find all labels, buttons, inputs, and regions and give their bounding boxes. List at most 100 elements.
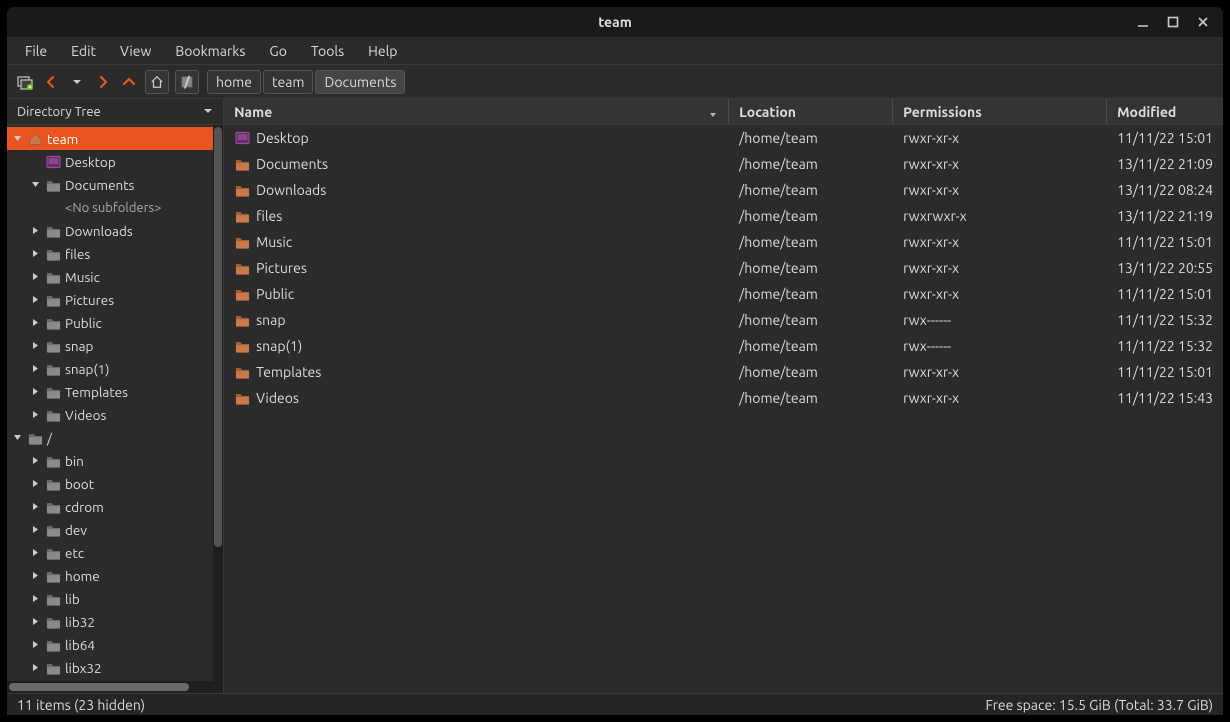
new-tab-button[interactable] <box>15 72 35 92</box>
file-row[interactable]: snap(1)/home/teamrwx------11/11/22 15:32 <box>224 333 1223 359</box>
column-header-permissions[interactable]: Permissions <box>893 99 1107 124</box>
tree-item-team[interactable]: team <box>7 127 223 150</box>
tree-item-music[interactable]: Music <box>7 265 223 288</box>
file-modified: 11/11/22 15:01 <box>1107 234 1223 250</box>
tree-item-boot[interactable]: boot <box>7 472 223 495</box>
collapse-icon[interactable] <box>29 179 41 191</box>
sidebar-hscrollbar[interactable] <box>7 681 223 693</box>
file-name: Videos <box>256 390 299 406</box>
expand-icon[interactable] <box>29 501 41 513</box>
menu-go[interactable]: Go <box>259 40 296 62</box>
expand-icon[interactable] <box>29 225 41 237</box>
file-row[interactable]: Music/home/teamrwxr-xr-x11/11/22 15:01 <box>224 229 1223 255</box>
file-row[interactable]: Pictures/home/teamrwxr-xr-x13/11/22 20:5… <box>224 255 1223 281</box>
history-dropdown-button[interactable] <box>67 72 87 92</box>
tree-item-dev[interactable]: dev <box>7 518 223 541</box>
expand-icon[interactable] <box>29 570 41 582</box>
tree-item-lib32[interactable]: lib32 <box>7 610 223 633</box>
column-header-location[interactable]: Location <box>729 99 893 124</box>
expand-icon[interactable] <box>29 317 41 329</box>
menu-view[interactable]: View <box>110 40 161 62</box>
menu-help[interactable]: Help <box>358 40 407 62</box>
file-row[interactable]: Videos/home/teamrwxr-xr-x11/11/22 15:43 <box>224 385 1223 411</box>
menu-bookmarks[interactable]: Bookmarks <box>165 40 255 62</box>
tree-item-cdrom[interactable]: cdrom <box>7 495 223 518</box>
expand-icon[interactable] <box>29 409 41 421</box>
tree-item-bin[interactable]: bin <box>7 449 223 472</box>
tree-item-documents[interactable]: Documents <box>7 173 223 196</box>
nav-up-button[interactable] <box>119 72 139 92</box>
window-title: team <box>7 14 1223 30</box>
tree-item-pictures[interactable]: Pictures <box>7 288 223 311</box>
file-rows[interactable]: Desktop/home/teamrwxr-xr-x11/11/22 15:01… <box>224 125 1223 693</box>
tree-item-desktop[interactable]: Desktop <box>7 150 223 173</box>
nav-home-button[interactable] <box>145 70 169 94</box>
file-row[interactable]: Desktop/home/teamrwxr-xr-x11/11/22 15:01 <box>224 125 1223 151</box>
expand-icon[interactable] <box>29 478 41 490</box>
status-left: 11 items (23 hidden) <box>17 697 145 713</box>
column-header-permissions-label: Permissions <box>903 104 982 120</box>
expand-icon[interactable] <box>29 593 41 605</box>
file-row[interactable]: Documents/home/teamrwxr-xr-x13/11/22 21:… <box>224 151 1223 177</box>
breadcrumb-segment-documents[interactable]: Documents <box>315 70 405 94</box>
menu-edit[interactable]: Edit <box>61 40 106 62</box>
breadcrumb-root-button[interactable]: / <box>175 70 199 94</box>
nav-forward-button[interactable] <box>93 72 113 92</box>
tree-item-snap[interactable]: snap <box>7 334 223 357</box>
tree-item-lib[interactable]: lib <box>7 587 223 610</box>
expand-icon[interactable] <box>29 386 41 398</box>
app-window: team FileEditViewBookmarksGoToolsHelp / <box>6 6 1224 716</box>
expand-icon[interactable] <box>29 616 41 628</box>
titlebar[interactable]: team <box>7 7 1223 37</box>
expand-icon[interactable] <box>29 455 41 467</box>
menu-tools[interactable]: Tools <box>301 40 354 62</box>
expand-icon[interactable] <box>29 294 41 306</box>
tree-item-files[interactable]: files <box>7 242 223 265</box>
nav-back-button[interactable] <box>41 72 61 92</box>
expand-icon[interactable] <box>29 547 41 559</box>
tree-item-libx32[interactable]: libx32 <box>7 656 223 679</box>
maximize-button[interactable] <box>1165 14 1181 30</box>
file-row[interactable]: snap/home/teamrwx------11/11/22 15:32 <box>224 307 1223 333</box>
collapse-icon[interactable] <box>11 432 23 444</box>
column-header-name[interactable]: Name <box>224 99 729 124</box>
expand-icon[interactable] <box>29 662 41 674</box>
expand-icon[interactable] <box>29 639 41 651</box>
file-row[interactable]: Downloads/home/teamrwxr-xr-x13/11/22 08:… <box>224 177 1223 203</box>
tree-item-snap-1-[interactable]: snap(1) <box>7 357 223 380</box>
tree-item-lib64[interactable]: lib64 <box>7 633 223 656</box>
tree-item-etc[interactable]: etc <box>7 541 223 564</box>
tree-item-public[interactable]: Public <box>7 311 223 334</box>
tree-item-home[interactable]: home <box>7 564 223 587</box>
collapse-icon[interactable] <box>11 133 23 145</box>
expand-icon[interactable] <box>29 248 41 260</box>
file-row[interactable]: Templates/home/teamrwxr-xr-x11/11/22 15:… <box>224 359 1223 385</box>
folder-dark-icon <box>45 407 61 423</box>
sidebar-header[interactable]: Directory Tree <box>7 99 223 125</box>
breadcrumb-segment-team[interactable]: team <box>263 70 313 94</box>
file-permissions: rwxr-xr-x <box>893 156 1107 172</box>
expand-icon[interactable] <box>29 363 41 375</box>
sidebar-scrollbar[interactable] <box>213 125 223 681</box>
expand-icon[interactable] <box>29 524 41 536</box>
sidebar-scrollbar-thumb[interactable] <box>214 127 222 547</box>
breadcrumb-segment-home[interactable]: home <box>207 70 261 94</box>
file-row[interactable]: files/home/teamrwxrwxr-x13/11/22 21:19 <box>224 203 1223 229</box>
tree-item--[interactable]: / <box>7 426 223 449</box>
column-header-modified[interactable]: Modified <box>1107 99 1223 124</box>
file-location: /home/team <box>729 390 893 406</box>
tree-item-templates[interactable]: Templates <box>7 380 223 403</box>
close-button[interactable] <box>1195 14 1211 30</box>
sidebar-hscrollbar-thumb[interactable] <box>9 683 189 691</box>
minimize-button[interactable] <box>1135 14 1151 30</box>
directory-tree[interactable]: teamDesktopDocuments<No subfolders>Downl… <box>7 125 223 681</box>
expand-icon[interactable] <box>29 340 41 352</box>
menu-file[interactable]: File <box>15 40 57 62</box>
file-row[interactable]: Public/home/teamrwxr-xr-x11/11/22 15:01 <box>224 281 1223 307</box>
file-modified: 11/11/22 15:01 <box>1107 286 1223 302</box>
tree-item-downloads[interactable]: Downloads <box>7 219 223 242</box>
tree-item-videos[interactable]: Videos <box>7 403 223 426</box>
tree-item-label: lib64 <box>65 637 95 653</box>
sidebar-mode-dropdown-icon[interactable] <box>203 105 213 119</box>
expand-icon[interactable] <box>29 271 41 283</box>
